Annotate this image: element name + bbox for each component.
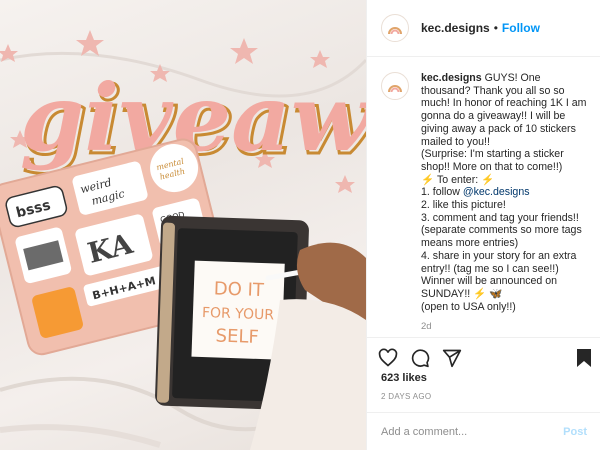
caption-line: 2. like this picture!	[421, 199, 506, 212]
comment-icon[interactable]	[409, 347, 431, 369]
caption-line: Winner will be announced on SUNDAY!! ⚡ 🦋	[421, 275, 558, 300]
rainbow-logo-icon	[388, 85, 402, 93]
caption-line: 3. comment and tag your friends!! (separ…	[421, 211, 582, 250]
caption-line: ⚡ To enter: ⚡	[421, 173, 495, 186]
likes-count[interactable]: 623 likes	[381, 372, 427, 384]
action-bar	[367, 337, 600, 377]
post-date[interactable]: 2 DAYS AGO	[381, 392, 431, 401]
post-sidebar: kec.designs • Follow kec.designs GUYS! O…	[366, 0, 600, 450]
mention-link[interactable]: @kec.designs	[463, 186, 530, 198]
follow-button[interactable]: Follow	[502, 21, 540, 35]
rainbow-logo-icon	[388, 27, 402, 35]
caption-avatar[interactable]	[381, 72, 409, 100]
bookmark-icon[interactable]	[573, 347, 595, 369]
comment-input[interactable]	[381, 425, 564, 438]
caption-line: 4. share in your story for an extra entr…	[421, 249, 577, 275]
heart-icon[interactable]	[377, 347, 399, 369]
svg-text:DO IT: DO IT	[213, 278, 265, 301]
share-icon[interactable]	[441, 347, 463, 369]
comment-bar: Post	[367, 412, 600, 450]
giveaway-photo-art: giveaway giveaway bsss weird magic menta…	[0, 30, 366, 450]
post-header: kec.designs • Follow	[367, 0, 600, 57]
svg-text:SELF: SELF	[215, 325, 259, 347]
caption-line-mention[interactable]: 1. follow @kec.designs	[421, 186, 587, 199]
post-photo[interactable]: giveaway giveaway bsss weird magic menta…	[0, 0, 366, 450]
caption-line: (open to USA only!!)	[421, 300, 516, 313]
caption-section: kec.designs GUYS! One thousand? Thank yo…	[367, 58, 600, 336]
caption-username[interactable]: kec.designs	[421, 72, 482, 84]
caption-text: kec.designs GUYS! One thousand? Thank yo…	[421, 72, 587, 334]
caption-line: (Surprise: I'm starting a sticker shop!!…	[421, 148, 564, 173]
caption-timestamp[interactable]: 2d	[421, 321, 587, 334]
svg-text:FOR YOUR: FOR YOUR	[202, 305, 275, 324]
avatar[interactable]	[381, 14, 409, 42]
separator-dot: •	[493, 21, 498, 35]
post-comment-button[interactable]: Post	[563, 426, 587, 438]
header-username[interactable]: kec.designs	[421, 21, 490, 35]
